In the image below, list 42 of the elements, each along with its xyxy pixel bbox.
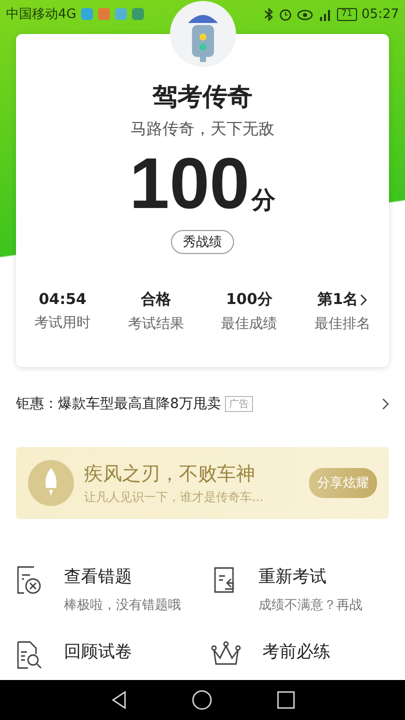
ad-text[interactable]: 钜惠：爆款车型最高直降8万甩卖 — [16, 395, 221, 413]
app-icon — [115, 8, 128, 20]
bluetooth-icon — [264, 8, 274, 20]
app-icon — [98, 8, 110, 20]
stat-value: 04:54 — [38, 290, 86, 308]
action-title[interactable]: 回顾试卷 — [64, 640, 132, 663]
battery-level: 71 — [337, 8, 357, 20]
alarm-icon — [279, 8, 292, 20]
score-value: 100 — [129, 143, 250, 226]
action-title[interactable]: 考前必练 — [262, 640, 330, 663]
stat-value: 100分 — [226, 290, 272, 309]
back-icon[interactable] — [110, 691, 126, 709]
action-subtitle: 棒极啦，没有错题哦 — [64, 597, 181, 614]
home-icon[interactable] — [192, 690, 212, 710]
title: 驾考传奇 — [152, 81, 252, 113]
eye-icon — [297, 8, 314, 20]
action-title[interactable]: 重新考试 — [258, 565, 362, 588]
action-subtitle: 成绩不满意？再战 — [258, 597, 362, 614]
rocket-icon — [28, 460, 74, 506]
share-score-button[interactable]: 秀战绩 — [171, 230, 234, 254]
clock-time: 05:27 — [362, 6, 399, 22]
action-title[interactable]: 查看错题 — [64, 565, 181, 588]
recents-icon[interactable] — [276, 691, 294, 709]
app-icon — [132, 8, 144, 20]
ad-badge: 广告 — [224, 396, 253, 412]
carrier-name: 中国移动4G — [6, 6, 76, 23]
banner-title: 疾风之刃，不败车神 — [84, 462, 256, 486]
stat-label: 最佳成绩 — [221, 315, 278, 333]
stat-value: 合格 — [140, 290, 171, 309]
banner-subtitle: 让凡人见识一下，谁才是传奇车... — [84, 488, 264, 506]
chevron-right-icon[interactable] — [382, 398, 389, 410]
score-unit: 分 — [252, 185, 276, 216]
document-search-icon — [16, 640, 42, 670]
wrong-answers-icon — [16, 565, 42, 595]
app-icon — [81, 8, 94, 20]
subtitle: 马路传奇，天下无敌 — [130, 119, 274, 140]
stat-label: 最佳排名 — [314, 315, 370, 333]
stat-label: 考试结果 — [128, 315, 184, 333]
signal-icon — [318, 8, 332, 20]
stat-label: 考试用时 — [34, 314, 91, 332]
stat-value[interactable]: 第1名 — [318, 290, 358, 309]
chevron-right-icon[interactable] — [360, 294, 368, 306]
